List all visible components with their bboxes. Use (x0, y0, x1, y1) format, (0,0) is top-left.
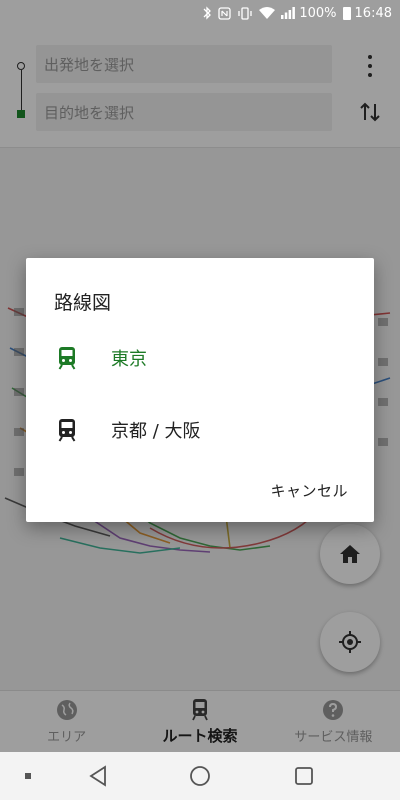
battery-icon (342, 6, 351, 20)
back-button[interactable] (86, 764, 110, 788)
dialog-option-tokyo[interactable]: 東京 (26, 330, 374, 386)
system-navigation-bar (0, 752, 400, 800)
dialog-option-kyoto-osaka-label: 京都 / 大阪 (111, 421, 201, 442)
overview-square-icon (295, 767, 313, 785)
home-circle-icon (190, 766, 210, 786)
status-bar: 100% 16:48 (0, 0, 400, 26)
signal-icon (281, 7, 296, 19)
dialog-title: 路線図 (54, 292, 112, 314)
home-system-button[interactable] (188, 764, 212, 788)
wifi-icon (259, 7, 276, 19)
dialog-option-kyoto-osaka[interactable]: 京都 / 大阪 (26, 402, 374, 458)
status-time: 16:48 (354, 5, 392, 21)
recent-dot-icon[interactable] (24, 772, 32, 780)
overview-button[interactable] (292, 764, 316, 788)
cancel-button[interactable]: キャンセル (270, 480, 348, 501)
train-icon (58, 419, 76, 442)
route-map-dialog: 路線図 東京 京都 / 大阪 キャンセル (26, 258, 374, 522)
back-triangle-icon (89, 765, 106, 787)
bluetooth-icon (202, 6, 212, 20)
train-icon (58, 347, 76, 370)
dialog-option-tokyo-label: 東京 (111, 349, 147, 370)
nfc-icon (218, 6, 232, 20)
battery-percent: 100% (299, 5, 337, 21)
vibrate-icon (237, 6, 253, 20)
